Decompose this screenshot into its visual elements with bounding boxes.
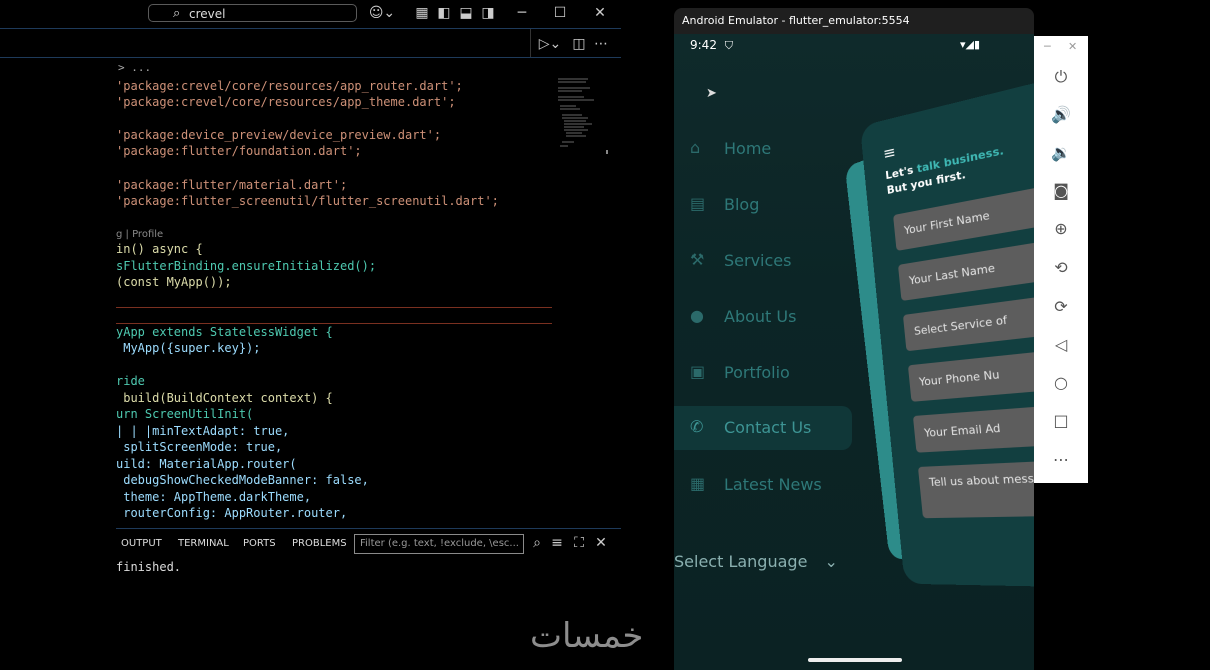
code-line: theme: AppTheme.darkTheme, — [116, 490, 312, 504]
minimize-icon[interactable]: ─ — [512, 4, 532, 22]
nav-item-services[interactable]: ⚒ Services — [674, 239, 852, 283]
divider — [530, 29, 531, 57]
code-line: MyApp({super.key}); — [116, 341, 261, 355]
code-line: ride — [116, 374, 145, 388]
tab-output[interactable]: OUTPUT — [121, 538, 162, 549]
home-indicator[interactable] — [808, 658, 902, 662]
code-line: debugShowCheckedModeBanner: false, — [116, 473, 369, 487]
vscode-window: ⌕ crevel ☺⌄ ▦ ◧ ⬓ ◨ ─ ☐ ✕ ▷⌄ ◫ ⋯ > ... '… — [0, 0, 621, 670]
editor-tab-bar: ▷⌄ ◫ ⋯ — [0, 28, 621, 58]
tab-terminal[interactable]: TERMINAL — [178, 538, 229, 549]
minimap[interactable] — [558, 76, 608, 154]
tab-ports[interactable]: PORTS — [243, 538, 276, 549]
camera-icon[interactable]: ◙ — [1049, 179, 1073, 203]
book-icon: ▤ — [690, 194, 706, 213]
chevron-down-icon: ⌄ — [824, 552, 838, 571]
briefcase-icon: ▣ — [690, 362, 706, 381]
tab-problems[interactable]: PROBLEMS — [292, 538, 347, 549]
nav-item-blog[interactable]: ▤ Blog — [674, 183, 852, 227]
nav-item-home[interactable]: ⌂ Home — [674, 127, 852, 171]
mouse-cursor-icon: ➤ — [706, 86, 717, 101]
volume-up-icon[interactable]: 🔊 — [1049, 103, 1073, 127]
code-line: routerConfig: AppRouter.router, — [116, 506, 348, 520]
zoom-icon[interactable]: ⊕ — [1049, 217, 1073, 241]
breadcrumb[interactable]: > ... — [118, 61, 151, 74]
code-line: 'package:crevel/core/resources/app_route… — [116, 79, 463, 93]
terminal-output: finished. — [116, 560, 182, 574]
code-line: | | |minTextAdapt: true, — [116, 424, 290, 438]
phone-field[interactable]: Your Phone Nu — [907, 345, 1034, 402]
home-circle-icon[interactable]: ○ — [1049, 371, 1073, 395]
menu-icon[interactable]: ≡ — [882, 142, 896, 164]
split-editor-icon[interactable]: ◫ — [569, 35, 589, 53]
maximize-panel-icon[interactable]: ⛶ — [569, 534, 589, 552]
message-field[interactable]: Tell us about message... — [917, 458, 1034, 519]
find-icon[interactable]: ⌕ — [527, 534, 547, 552]
code-line: (const MyApp()); — [116, 275, 232, 289]
code-line: 'package:device_preview/device_preview.d… — [116, 128, 442, 142]
home-icon: ⌂ — [690, 138, 701, 157]
volume-down-icon[interactable]: 🔉 — [1049, 141, 1073, 165]
close-icon[interactable]: ✕ — [590, 4, 610, 22]
service-select[interactable]: Select Service of — [902, 289, 1034, 352]
close-icon[interactable]: ✕ — [1068, 40, 1077, 53]
overview-icon[interactable]: □ — [1049, 409, 1073, 433]
news-icon: ▦ — [690, 474, 706, 493]
code-line: 'package:flutter/material.dart'; — [116, 178, 348, 192]
nav-item-portfolio[interactable]: ▣ Portfolio — [674, 351, 852, 395]
minimize-icon[interactable]: ─ — [1044, 40, 1051, 53]
watermark-logo: خمسات — [530, 616, 644, 656]
code-separator — [116, 307, 552, 308]
copilot-icon[interactable]: ☺⌄ — [368, 4, 396, 22]
code-line: build(BuildContext context) { — [116, 391, 333, 405]
rotate-left-icon[interactable]: ⟲ — [1049, 256, 1073, 280]
emulator-title-bar[interactable]: Android Emulator - flutter_emulator:5554 — [674, 8, 1034, 34]
close-panel-icon[interactable]: ✕ — [591, 534, 611, 552]
run-icon[interactable]: ▷⌄ — [536, 35, 564, 53]
word-wrap-icon[interactable]: ≡ — [547, 534, 567, 552]
status-bar: 9:42 ⛉ — [690, 38, 733, 53]
search-icon: ⌕ — [173, 6, 181, 21]
code-line: 'package:crevel/core/resources/app_theme… — [116, 95, 456, 109]
rotate-right-icon[interactable]: ⟳ — [1049, 295, 1073, 319]
power-icon[interactable]: ⏻ — [1049, 65, 1073, 89]
card-title: Let's talk business. But you first. — [884, 143, 1005, 198]
toggle-panel-icon[interactable]: ⬓ — [456, 4, 476, 22]
command-center-search[interactable]: ⌕ crevel — [148, 4, 357, 22]
shield-icon: ⛉ — [724, 39, 734, 52]
nav-item-about-us[interactable]: ● About Us — [674, 295, 852, 339]
title-bar: ⌕ crevel ☺⌄ ▦ ◧ ⬓ ◨ ─ ☐ ✕ — [0, 0, 621, 28]
nav-item-contact-us[interactable]: ✆ Contact Us — [674, 406, 852, 450]
signal-icon: ▾◢▮ — [960, 38, 981, 51]
more-icon[interactable]: ⋯ — [1049, 448, 1073, 472]
code-line: in() async { — [116, 242, 203, 256]
code-line: yApp extends StatelessWidget { — [116, 325, 333, 339]
layout-icon[interactable]: ▦ — [412, 4, 432, 22]
code-line: sFlutterBinding.ensureInitialized(); — [116, 259, 377, 273]
toggle-sidebar-icon[interactable]: ◧ — [434, 4, 454, 22]
code-line: uild: MaterialApp.router( — [116, 457, 297, 471]
more-actions-icon[interactable]: ⋯ — [591, 35, 611, 53]
code-line: 'package:flutter/foundation.dart'; — [116, 144, 362, 158]
language-selector[interactable]: Select Language ⌄ — [674, 552, 838, 571]
search-text: crevel — [189, 7, 226, 21]
code-line: 'package:flutter_screenutil/flutter_scre… — [116, 194, 499, 208]
email-field[interactable]: Your Email Ad — [912, 401, 1034, 453]
maximize-icon[interactable]: ☐ — [550, 4, 570, 22]
code-line: urn ScreenUtilInit( — [116, 407, 254, 421]
emulator-screen[interactable]: 9:42 ⛉ ▾◢▮ ➤ ≡ Let's talk business. But y… — [674, 34, 1034, 670]
filter-input[interactable]: Filter (e.g. text, !exclude, \esc... — [354, 534, 524, 554]
status-time: 9:42 — [690, 38, 717, 52]
back-icon[interactable]: ◁ — [1049, 333, 1073, 357]
code-line: splitScreenMode: true, — [116, 440, 283, 454]
phone-icon: ✆ — [690, 417, 704, 436]
emulator-toolbar: ─ ✕ ⏻ 🔊 🔉 ◙ ⊕ ⟲ ⟳ ◁ ○ □ ⋯ — [1034, 36, 1088, 483]
wrench-icon: ⚒ — [690, 250, 705, 269]
nav-item-latest-news[interactable]: ▦ Latest News — [674, 463, 852, 507]
info-icon: ● — [690, 306, 704, 325]
toggle-secondary-sidebar-icon[interactable]: ◨ — [478, 4, 498, 22]
